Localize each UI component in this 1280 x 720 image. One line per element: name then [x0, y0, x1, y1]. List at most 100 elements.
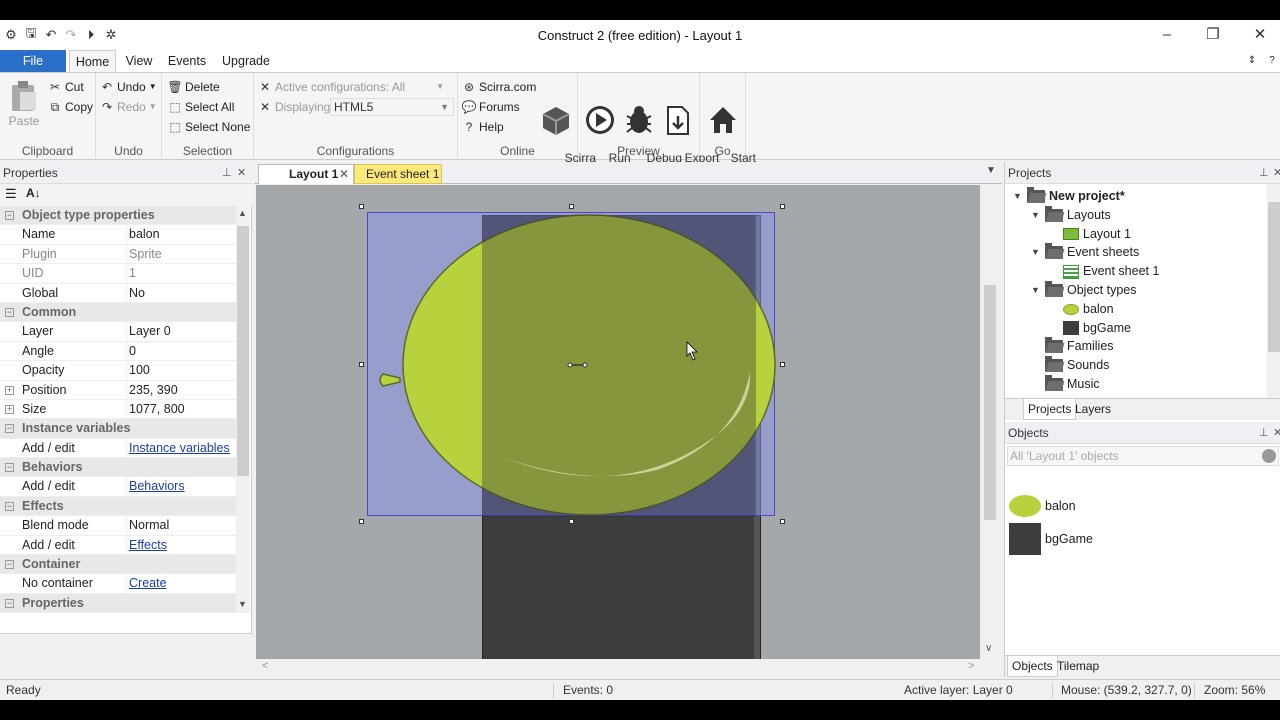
- tree-expander-icon[interactable]: ▼: [1013, 187, 1023, 206]
- scroll-down-icon[interactable]: ∨: [985, 643, 992, 654]
- resize-handle[interactable]: [569, 519, 574, 524]
- tab-events[interactable]: Events: [164, 50, 210, 72]
- tab-view[interactable]: View: [118, 50, 160, 72]
- minimize-icon[interactable]: –: [1152, 24, 1182, 46]
- close-icon[interactable]: ✕: [1245, 24, 1275, 46]
- collapse-icon[interactable]: −: [5, 560, 14, 570]
- tree-item[interactable]: Event sheet 1: [1049, 262, 1159, 281]
- close-panel-icon[interactable]: ✕: [237, 162, 246, 184]
- resize-handle[interactable]: [359, 362, 364, 367]
- property-link[interactable]: Create: [126, 574, 236, 594]
- object-item-balon[interactable]: balon: [1009, 490, 1076, 522]
- property-row[interactable]: No container Create: [0, 574, 236, 594]
- property-row[interactable]: Add / edit Effects: [0, 535, 236, 556]
- help-corner-icon[interactable]: ?: [1264, 50, 1280, 72]
- tab-projects[interactable]: Projects: [1023, 399, 1077, 420]
- scroll-thumb[interactable]: [1268, 202, 1280, 352]
- tab-objects[interactable]: Objects: [1007, 656, 1058, 677]
- resize-handle[interactable]: [780, 519, 785, 524]
- resize-handle[interactable]: [780, 204, 785, 209]
- collapse-icon[interactable]: −: [5, 501, 14, 511]
- property-row[interactable]: Plugin Sprite: [0, 244, 236, 265]
- property-row[interactable]: Name balon: [0, 225, 236, 245]
- cut-button[interactable]: ✂ Cut: [48, 77, 84, 97]
- resize-handle[interactable]: [359, 204, 364, 209]
- tree-item[interactable]: ▼ Layouts: [1031, 205, 1111, 225]
- tab-list-chevron-icon[interactable]: ▼: [986, 165, 996, 176]
- help-link[interactable]: ? Help: [462, 117, 504, 137]
- canvas-vertical-scrollbar[interactable]: ∨: [980, 185, 1000, 659]
- resize-handle[interactable]: [569, 204, 574, 209]
- canvas-horizontal-scrollbar[interactable]: < >: [256, 659, 980, 677]
- expand-icon[interactable]: +: [5, 404, 14, 414]
- tree-item[interactable]: Layout 1: [1049, 225, 1131, 244]
- property-row[interactable]: Add / edit Instance variables: [0, 438, 236, 459]
- pin-icon[interactable]: ⊥: [1259, 162, 1269, 184]
- scirra-link[interactable]: ⊛ Scirra.com: [462, 77, 536, 97]
- tree-item[interactable]: Sounds: [1031, 356, 1109, 375]
- paste-button[interactable]: Paste: [6, 79, 42, 128]
- collapse-icon[interactable]: −: [5, 598, 14, 608]
- tree-expander-icon[interactable]: ▼: [1031, 281, 1041, 300]
- redo-button[interactable]: ↷ Redo ▼: [100, 97, 157, 117]
- scroll-thumb[interactable]: [237, 226, 249, 476]
- scroll-left-icon[interactable]: <: [262, 660, 268, 672]
- tree-expander-icon[interactable]: ▼: [1031, 206, 1041, 225]
- close-panel-icon[interactable]: ✕: [1273, 422, 1280, 444]
- property-category[interactable]: − Effects: [0, 496, 236, 517]
- collapse-icon[interactable]: −: [5, 424, 14, 434]
- object-item-bggame[interactable]: bgGame: [1009, 523, 1093, 555]
- objects-filter-input[interactable]: All 'Layout 1' objects: [1007, 446, 1279, 466]
- tab-home[interactable]: Home: [69, 50, 116, 72]
- select-none-button[interactable]: ⬚ Select None: [168, 117, 250, 137]
- filter-clear-icon[interactable]: [1262, 449, 1276, 463]
- undo-button[interactable]: ↶ Undo ▼: [100, 77, 157, 97]
- property-row[interactable]: Opacity 100: [0, 361, 236, 381]
- property-category[interactable]: − Behaviors: [0, 458, 236, 478]
- delete-button[interactable]: 🗑 Delete: [167, 77, 219, 97]
- close-panel-icon[interactable]: ✕: [1273, 162, 1280, 184]
- resize-handle[interactable]: [780, 362, 785, 367]
- property-category[interactable]: − Instance variables: [0, 419, 236, 439]
- resize-handle[interactable]: [359, 519, 364, 524]
- tree-item[interactable]: ▼ New project*: [1013, 187, 1125, 206]
- tree-item[interactable]: Families: [1031, 337, 1114, 356]
- tab-upgrade[interactable]: Upgrade: [218, 50, 274, 72]
- close-tab-icon[interactable]: ✕: [339, 165, 349, 184]
- scroll-up-icon[interactable]: ▲: [238, 208, 247, 218]
- expand-icon[interactable]: +: [5, 385, 14, 395]
- active-configurations-dropdown[interactable]: ✕ Active configurations: All ▼: [258, 77, 444, 97]
- property-category[interactable]: − Properties: [0, 593, 236, 613]
- tree-expander-icon[interactable]: ▼: [1031, 243, 1041, 262]
- pin-icon[interactable]: ⊥: [1259, 422, 1269, 444]
- property-category[interactable]: − Container: [0, 555, 236, 575]
- displaying-select[interactable]: HTML5 ▼: [330, 98, 454, 116]
- sort-alpha-icon[interactable]: A↓: [26, 186, 41, 200]
- balon-instance[interactable]: [367, 212, 777, 518]
- categorized-icon[interactable]: ☰: [5, 186, 17, 202]
- scroll-right-icon[interactable]: >: [968, 660, 974, 672]
- ribbon-collapse-icon[interactable]: ⇕: [1244, 50, 1260, 72]
- restore-icon[interactable]: ❐: [1198, 24, 1228, 46]
- tab-layout-1[interactable]: Layout 1 ✕: [258, 164, 354, 184]
- property-row[interactable]: UID 1: [0, 264, 236, 284]
- tab-event-sheet-1[interactable]: Event sheet 1: [354, 164, 442, 184]
- property-row[interactable]: Angle 0: [0, 341, 236, 362]
- scroll-thumb[interactable]: [984, 285, 996, 520]
- property-row[interactable]: Global No: [0, 283, 236, 303]
- collapse-icon[interactable]: −: [5, 211, 14, 220]
- collapse-icon[interactable]: −: [5, 307, 14, 317]
- tab-file[interactable]: File: [0, 50, 66, 72]
- property-row[interactable]: Layer Layer 0: [0, 322, 236, 342]
- property-link[interactable]: Effects: [126, 535, 236, 556]
- properties-scrollbar[interactable]: ▲ ▼: [236, 206, 250, 613]
- property-link[interactable]: Behaviors: [126, 477, 236, 497]
- tree-item[interactable]: bgGame: [1049, 319, 1131, 338]
- tree-item[interactable]: balon: [1049, 300, 1114, 319]
- property-row[interactable]: + Size 1077, 800: [0, 399, 236, 420]
- tab-layers[interactable]: Layers: [1071, 399, 1115, 420]
- property-row[interactable]: Add / edit Behaviors: [0, 477, 236, 497]
- property-row[interactable]: Blend mode Normal: [0, 516, 236, 536]
- projects-scrollbar[interactable]: [1267, 184, 1280, 398]
- property-link[interactable]: Instance variables: [126, 438, 236, 459]
